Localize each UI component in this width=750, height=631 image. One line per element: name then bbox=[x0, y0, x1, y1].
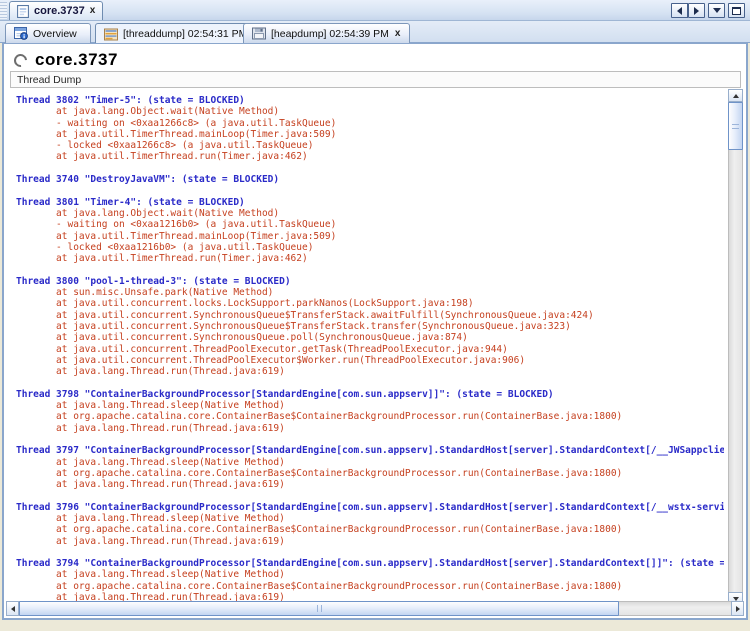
thread-header-line: Thread 3796 "ContainerBackgroundProcesso… bbox=[16, 502, 724, 513]
overview-icon bbox=[14, 27, 28, 40]
vertical-scrollbar[interactable] bbox=[728, 89, 743, 605]
scroll-right-button[interactable] bbox=[731, 601, 744, 616]
thread-header-line: Thread 3798 "ContainerBackgroundProcesso… bbox=[16, 389, 724, 400]
stack-trace-line: at java.util.TimerThread.run(Timer.java:… bbox=[16, 151, 724, 162]
thread-block: Thread 3802 "Timer-5": (state = BLOCKED)… bbox=[16, 95, 724, 163]
section-header-label: Thread Dump bbox=[17, 74, 81, 86]
tab-heapdump[interactable]: [heapdump] 02:54:39 PM x bbox=[243, 23, 410, 43]
content-panel: core.3737 Thread Dump Thread 3802 "Timer… bbox=[2, 43, 748, 620]
thread-header-line: Thread 3800 "pool-1-thread-3": (state = … bbox=[16, 276, 724, 287]
window-tab-controls bbox=[671, 3, 745, 18]
stack-trace-line: at org.apache.catalina.core.ContainerBas… bbox=[16, 581, 724, 592]
stack-trace-line: at java.util.TimerThread.mainLoop(Timer.… bbox=[16, 231, 724, 242]
threaddump-icon bbox=[104, 28, 118, 41]
doc-tab-label: core.3737 bbox=[34, 5, 85, 17]
stack-trace-line: at java.lang.Object.wait(Native Method) bbox=[16, 106, 724, 117]
tab-label: [threaddump] 02:54:31 PM bbox=[123, 28, 247, 40]
thread-block: Thread 3798 "ContainerBackgroundProcesso… bbox=[16, 389, 724, 434]
status-strip bbox=[0, 621, 750, 631]
section-header-thread-dump[interactable]: Thread Dump bbox=[10, 71, 741, 88]
stack-trace-line: at java.lang.Thread.sleep(Native Method) bbox=[16, 457, 724, 468]
vertical-scrollbar-thumb[interactable] bbox=[728, 102, 743, 150]
stack-trace-line: at java.util.concurrent.ThreadPoolExecut… bbox=[16, 355, 724, 366]
stack-trace-line: at java.lang.Thread.sleep(Native Method) bbox=[16, 513, 724, 524]
tab-close-icon[interactable]: x bbox=[394, 29, 402, 39]
tab-bar-grip bbox=[0, 2, 7, 19]
tab-overview[interactable]: Overview bbox=[5, 23, 91, 43]
document-tab-bar: core.3737 x bbox=[0, 0, 750, 21]
stack-trace-line: at java.util.concurrent.locks.LockSuppor… bbox=[16, 298, 724, 309]
thread-block: Thread 3801 "Timer-4": (state = BLOCKED)… bbox=[16, 197, 724, 265]
stack-trace-line: at java.util.concurrent.SynchronousQueue… bbox=[16, 310, 724, 321]
stack-trace-line: at java.lang.Thread.run(Thread.java:619) bbox=[16, 423, 724, 434]
thread-dump-viewport: Thread 3802 "Timer-5": (state = BLOCKED)… bbox=[6, 90, 724, 605]
doc-tab-close-icon[interactable]: x bbox=[89, 6, 97, 16]
thread-header-line: Thread 3801 "Timer-4": (state = BLOCKED) bbox=[16, 197, 724, 208]
tab-label: [heapdump] 02:54:39 PM bbox=[271, 28, 389, 40]
title-row: core.3737 bbox=[14, 50, 118, 70]
page-title: core.3737 bbox=[35, 50, 118, 70]
thread-dump-text: Thread 3802 "Timer-5": (state = BLOCKED)… bbox=[6, 90, 724, 603]
tab-label: Overview bbox=[33, 28, 77, 40]
thread-block: Thread 3796 "ContainerBackgroundProcesso… bbox=[16, 502, 724, 547]
stack-trace-line: at java.util.concurrent.SynchronousQueue… bbox=[16, 332, 724, 343]
doc-tab-core-3737[interactable]: core.3737 x bbox=[9, 1, 103, 20]
thread-block: Thread 3794 "ContainerBackgroundProcesso… bbox=[16, 558, 724, 603]
stack-trace-line: at sun.misc.Unsafe.park(Native Method) bbox=[16, 287, 724, 298]
stack-trace-line: at java.lang.Object.wait(Native Method) bbox=[16, 208, 724, 219]
stack-trace-line: at org.apache.catalina.core.ContainerBas… bbox=[16, 411, 724, 422]
visualvm-window: core.3737 x Overview [threaddump] 02:54:3… bbox=[0, 0, 750, 631]
stack-trace-line: - locked <0xaa1266c8> (a java.util.TaskQ… bbox=[16, 140, 724, 151]
stack-trace-line: at java.util.concurrent.ThreadPoolExecut… bbox=[16, 344, 724, 355]
heapdump-icon bbox=[252, 27, 266, 40]
view-tab-bar: Overview[threaddump] 02:54:31 PMx[heapdu… bbox=[0, 21, 750, 43]
stack-trace-line: - locked <0xaa1216b0> (a java.util.TaskQ… bbox=[16, 242, 724, 253]
stack-trace-line: - waiting on <0xaa1216b0> (a java.util.T… bbox=[16, 219, 724, 230]
thread-header-line: Thread 3794 "ContainerBackgroundProcesso… bbox=[16, 558, 724, 569]
stack-trace-line: at java.lang.Thread.sleep(Native Method) bbox=[16, 400, 724, 411]
horizontal-scrollbar[interactable] bbox=[6, 601, 744, 616]
scroll-left-button[interactable] bbox=[6, 601, 19, 616]
stack-trace-line: at java.util.TimerThread.run(Timer.java:… bbox=[16, 253, 724, 264]
thread-header-line: Thread 3797 "ContainerBackgroundProcesso… bbox=[16, 445, 724, 456]
stack-trace-line: at org.apache.catalina.core.ContainerBas… bbox=[16, 524, 724, 535]
stack-trace-line: at org.apache.catalina.core.ContainerBas… bbox=[16, 468, 724, 479]
thread-block: Thread 3797 "ContainerBackgroundProcesso… bbox=[16, 445, 724, 490]
stack-trace-line: at java.lang.Thread.run(Thread.java:619) bbox=[16, 366, 724, 377]
progress-spinner-icon bbox=[11, 51, 29, 69]
stack-trace-line: at java.lang.Thread.run(Thread.java:619) bbox=[16, 536, 724, 547]
thread-header-line: Thread 3740 "DestroyJavaVM": (state = BL… bbox=[16, 174, 724, 185]
scroll-up-button[interactable] bbox=[728, 89, 743, 102]
maximize-button[interactable] bbox=[728, 3, 745, 18]
thread-block: Thread 3740 "DestroyJavaVM": (state = BL… bbox=[16, 174, 724, 185]
stack-trace-line: - waiting on <0xaa1266c8> (a java.util.T… bbox=[16, 118, 724, 129]
scroll-tabs-left-button[interactable] bbox=[671, 3, 688, 18]
document-icon bbox=[16, 5, 30, 18]
tab-list-dropdown-button[interactable] bbox=[708, 3, 725, 18]
horizontal-scrollbar-thumb[interactable] bbox=[19, 601, 619, 616]
thread-header-line: Thread 3802 "Timer-5": (state = BLOCKED) bbox=[16, 95, 724, 106]
thread-block: Thread 3800 "pool-1-thread-3": (state = … bbox=[16, 276, 724, 378]
stack-trace-line: at java.lang.Thread.run(Thread.java:619) bbox=[16, 479, 724, 490]
scroll-tabs-right-button[interactable] bbox=[688, 3, 705, 18]
stack-trace-line: at java.lang.Thread.sleep(Native Method) bbox=[16, 569, 724, 580]
stack-trace-line: at java.util.TimerThread.mainLoop(Timer.… bbox=[16, 129, 724, 140]
stack-trace-line: at java.util.concurrent.SynchronousQueue… bbox=[16, 321, 724, 332]
